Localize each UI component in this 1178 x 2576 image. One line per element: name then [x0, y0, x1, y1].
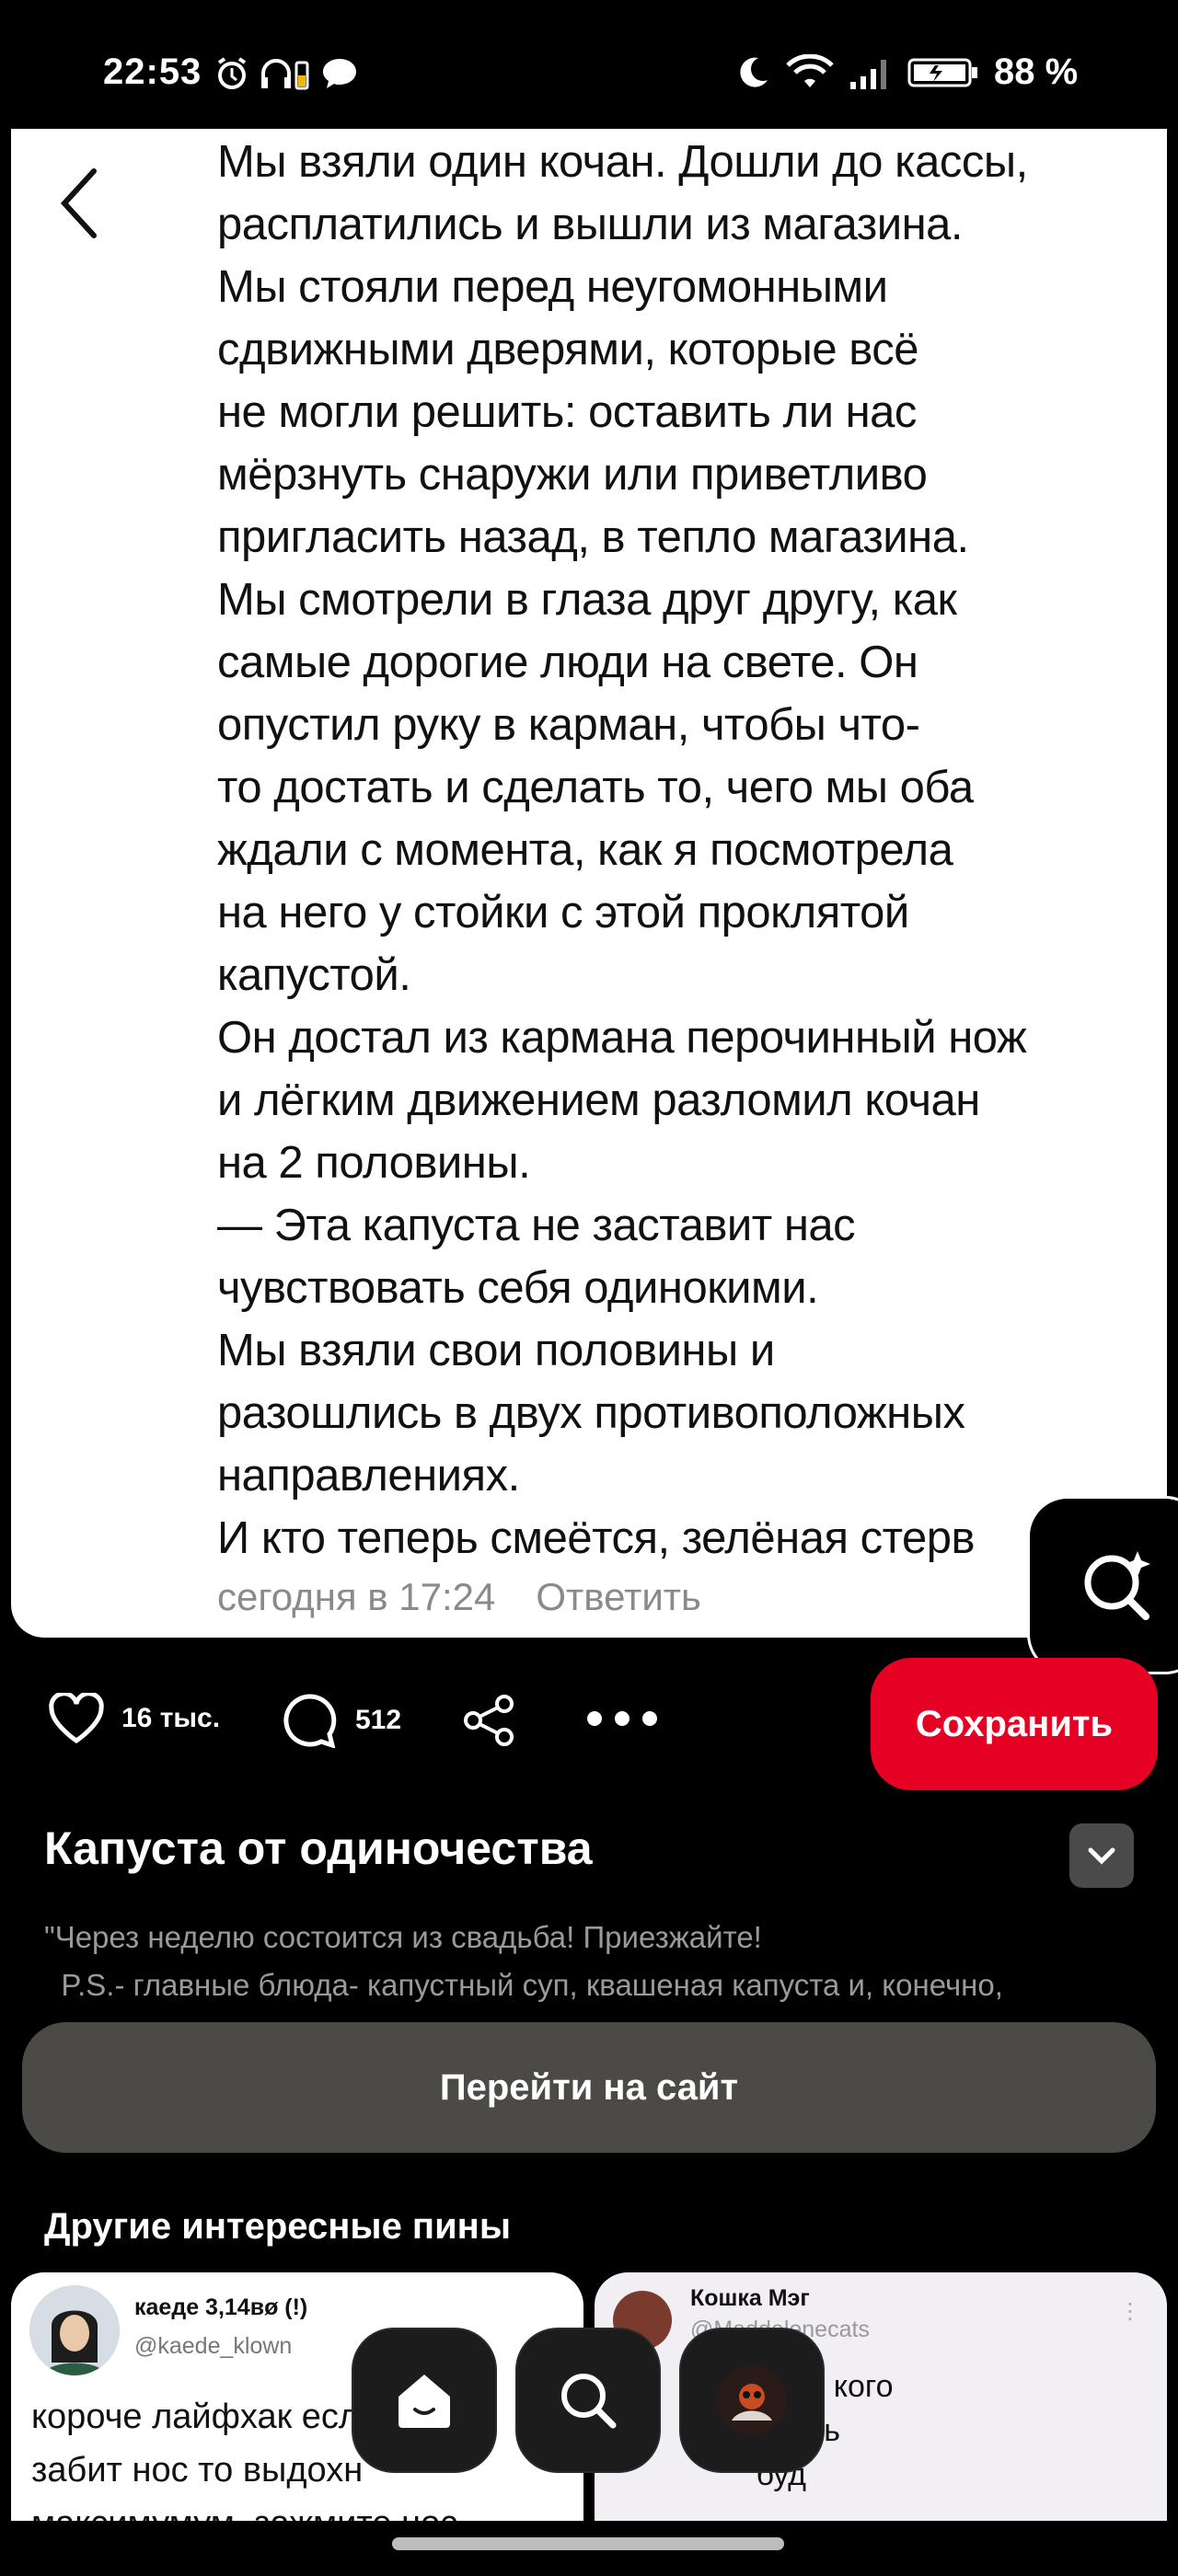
more-pins-heading: Другие интересные пины: [44, 2206, 511, 2247]
share-button[interactable]: [460, 1693, 517, 1748]
moon-icon: [740, 57, 768, 87]
pin-title: Капуста от одиночества: [44, 1823, 593, 1874]
nav-profile-button[interactable]: [681, 2329, 823, 2471]
signal-icon: [850, 59, 886, 89]
battery-icon: [907, 58, 977, 86]
home-icon: [398, 2375, 450, 2428]
alarm-icon: [217, 57, 247, 89]
nav-home-button[interactable]: [353, 2329, 495, 2471]
comment-count: 512: [355, 1705, 402, 1735]
author-name: Кошка Мэг: [690, 2285, 810, 2311]
heart-icon: [49, 1693, 104, 1744]
chevron-left-icon: [60, 168, 97, 238]
avatar: [29, 2285, 120, 2375]
battery-percent: 88 %: [994, 52, 1079, 92]
lens-search-icon: [1084, 1551, 1150, 1620]
share-icon: [464, 1695, 514, 1746]
nav-search-button[interactable]: [517, 2329, 659, 2471]
meta-reply: Ответить: [536, 1575, 701, 1618]
profile-avatar: [717, 2365, 787, 2435]
comment-icon: [283, 1694, 337, 1748]
more-options-button[interactable]: [585, 1708, 659, 1730]
author-handle: @kaede_klown: [134, 2333, 293, 2359]
save-button[interactable]: Сохранить: [871, 1658, 1158, 1790]
headphones-battery-icon: [261, 59, 309, 90]
like-button[interactable]: 16 тыс.: [48, 1693, 220, 1744]
more-dots-icon: [587, 1711, 657, 1726]
expand-details-button[interactable]: [1069, 1823, 1134, 1888]
related-pin-card[interactable]: каеде 3,14вø (!) @kaede_klown короче лай…: [11, 2272, 583, 2521]
status-time: 22:53: [103, 52, 202, 92]
search-icon: [561, 2374, 617, 2429]
more-dots-icon[interactable]: ⋮: [1119, 2298, 1141, 2325]
pin-description: "Через неделю состоится из свадьба! Прие…: [44, 1920, 1003, 2002]
home-indicator[interactable]: [392, 2537, 784, 2550]
pin-image-meta: сегодня в 17:24 Ответить: [217, 1575, 701, 1619]
meta-time: сегодня в 17:24: [217, 1575, 496, 1618]
wifi-icon: [786, 53, 834, 87]
chat-icon: [323, 59, 356, 88]
comment-button[interactable]: 512: [282, 1693, 401, 1748]
chevron-down-icon: [1088, 1847, 1115, 1865]
back-button[interactable]: [52, 162, 107, 245]
author-name: каеде 3,14вø (!): [134, 2294, 308, 2320]
pin-image-text: Мы взяли один кочан. Дошли до кассы, рас…: [217, 137, 1028, 1563]
like-count: 16 тыс.: [121, 1703, 221, 1733]
visual-search-button[interactable]: [1027, 1496, 1178, 1674]
visit-site-button[interactable]: Перейти на сайт: [22, 2022, 1156, 2153]
status-bar: 22:53 88 %: [0, 0, 1178, 129]
